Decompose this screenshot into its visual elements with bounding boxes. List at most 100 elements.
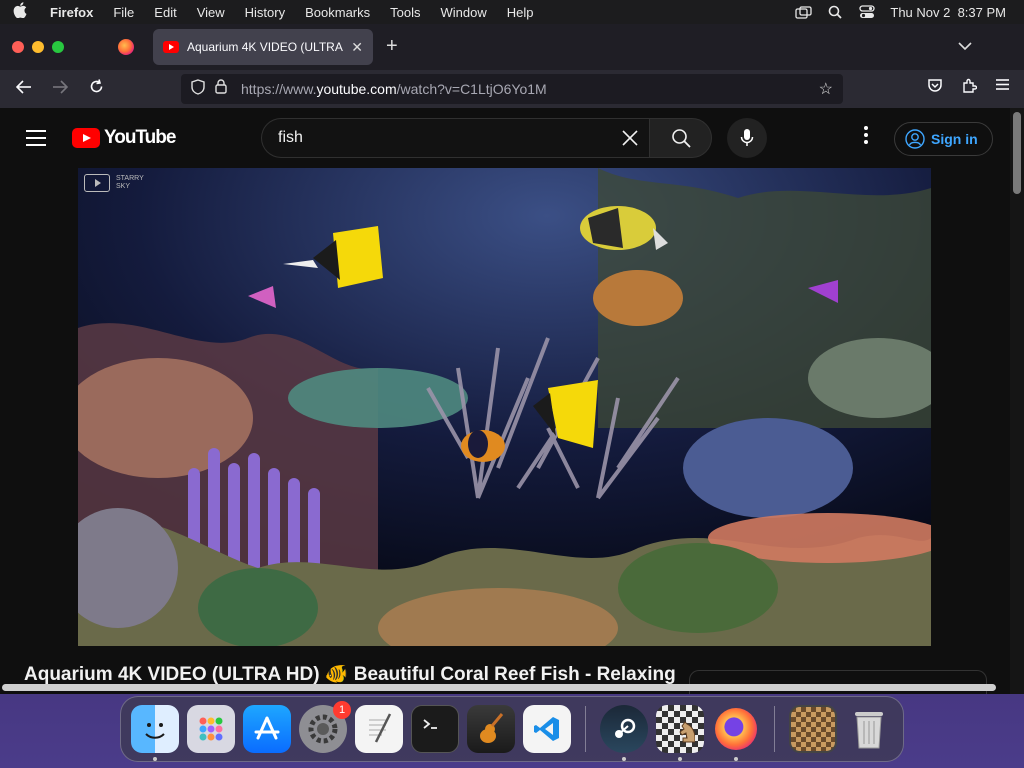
voice-search-button[interactable]	[727, 118, 767, 158]
app-store-icon	[254, 716, 280, 740]
steam-icon	[615, 718, 636, 738]
url-path: /watch?v=C1LtjO6Yo1M	[396, 81, 547, 97]
menu-file[interactable]: File	[103, 5, 144, 20]
dock-finder[interactable]	[131, 705, 179, 761]
minimize-window-button[interactable]	[32, 41, 44, 53]
search-button[interactable]	[649, 118, 712, 158]
dock-visual-studio-code[interactable]	[523, 705, 571, 753]
tab-close-icon[interactable]: ✕	[351, 39, 363, 56]
menu-history[interactable]: History	[235, 5, 295, 20]
dock-trash[interactable]	[845, 705, 893, 753]
apple-menu-icon[interactable]	[0, 2, 40, 22]
dock-system-settings[interactable]: 1	[299, 701, 351, 753]
watermark-line-1: STARRY	[116, 175, 144, 182]
finder-face-icon	[145, 723, 165, 739]
address-bar[interactable]: https://www.youtube.com/watch?v=C1LtjO6Y…	[181, 74, 843, 104]
guide-menu-icon[interactable]	[26, 130, 46, 146]
search-icon	[671, 129, 691, 148]
settings-more-vert-icon[interactable]	[856, 126, 876, 144]
account-circle-icon	[905, 129, 925, 149]
settings-notification-badge: 1	[333, 701, 351, 719]
tracking-protection-shield-icon[interactable]	[191, 78, 205, 100]
trash-icon	[855, 712, 883, 749]
menu-bookmarks[interactable]: Bookmarks	[295, 5, 380, 20]
dock-textedit[interactable]	[355, 705, 403, 753]
video-player[interactable]: STARRY SKY	[78, 168, 931, 646]
menu-view[interactable]: View	[187, 5, 235, 20]
dock-separator-2	[774, 706, 775, 752]
youtube-favicon-icon	[163, 41, 179, 53]
extensions-puzzle-icon[interactable]	[961, 78, 978, 99]
microphone-icon	[740, 129, 754, 146]
dock-terminal[interactable]	[411, 705, 459, 753]
menubar-clock[interactable]: Thu Nov 2 8:37 PM	[890, 5, 1006, 20]
channel-watermark[interactable]: STARRY SKY	[84, 174, 156, 192]
url-prefix: https://www.	[241, 81, 317, 97]
window-controls	[0, 41, 100, 53]
firefox-icon	[118, 39, 134, 55]
dock: 1	[120, 696, 904, 762]
launchpad-grid-icon	[199, 717, 223, 741]
chess-knight-icon	[679, 721, 695, 743]
url-domain: youtube.com	[316, 81, 397, 97]
app-menu-hamburger-icon[interactable]	[995, 78, 1010, 99]
tab-title: Aquarium 4K VIDEO (ULTRA HD	[187, 40, 343, 54]
url-text[interactable]: https://www.youtube.com/watch?v=C1LtjO6Y…	[241, 81, 547, 97]
sign-in-button[interactable]: Sign in	[894, 122, 993, 156]
screen-mirroring-icon[interactable]	[794, 5, 812, 19]
menu-help[interactable]: Help	[497, 5, 544, 20]
dock-app-store[interactable]	[243, 705, 291, 753]
terminal-prompt-icon	[423, 719, 437, 729]
aquarium-coral-reef-scene	[78, 168, 931, 646]
youtube-play-logo-icon	[72, 128, 100, 148]
tab-bar: Aquarium 4K VIDEO (ULTRA HD ✕ +	[0, 24, 1024, 70]
watch-page-content: STARRY SKY Aquarium 4K VIDEO (ULTRA HD) …	[0, 168, 1010, 694]
search-box	[261, 118, 649, 158]
lock-icon[interactable]	[215, 79, 227, 99]
horizontal-scrollbar[interactable]	[0, 682, 1010, 692]
spotlight-search-icon[interactable]	[826, 5, 844, 19]
back-button[interactable]	[6, 79, 42, 99]
vscode-icon	[534, 717, 559, 741]
forward-button[interactable]	[42, 79, 78, 99]
new-tab-button[interactable]: +	[386, 36, 398, 56]
channel-play-icon	[84, 174, 110, 192]
sign-in-label: Sign in	[931, 131, 978, 147]
dock-chess[interactable]	[656, 705, 704, 761]
menu-window[interactable]: Window	[431, 5, 497, 20]
dock-launchpad[interactable]	[187, 705, 235, 753]
search-input[interactable]	[278, 129, 618, 147]
textedit-pen-icon	[369, 713, 392, 743]
dock-firefox[interactable]	[712, 705, 760, 761]
horizontal-scrollbar-thumb[interactable]	[2, 684, 996, 691]
close-window-button[interactable]	[12, 41, 24, 53]
vertical-scrollbar-thumb[interactable]	[1013, 112, 1021, 194]
menu-app-firefox[interactable]: Firefox	[40, 5, 103, 20]
control-center-icon[interactable]	[858, 5, 876, 19]
list-all-tabs-chevron-down-icon[interactable]	[958, 38, 972, 54]
youtube-logo[interactable]: YouTube	[72, 127, 176, 149]
menu-edit[interactable]: Edit	[144, 5, 186, 20]
menu-tools[interactable]: Tools	[380, 5, 430, 20]
pinned-tab-firefox[interactable]	[106, 24, 146, 70]
guitar-icon	[480, 713, 504, 743]
bookmark-star-icon[interactable]: ☆	[819, 79, 833, 99]
pocket-icon[interactable]	[927, 78, 943, 99]
channel-watermark-text: STARRY SKY	[116, 175, 156, 191]
dock-steam[interactable]	[600, 705, 648, 761]
watermark-line-2: SKY	[116, 183, 131, 190]
reload-button[interactable]	[78, 79, 114, 99]
youtube-logo-text: YouTube	[104, 127, 176, 148]
tab-youtube-aquarium[interactable]: Aquarium 4K VIDEO (ULTRA HD ✕	[153, 29, 373, 65]
navigation-toolbar: https://www.youtube.com/watch?v=C1LtjO6Y…	[0, 70, 1024, 108]
vertical-scrollbar[interactable]	[1010, 108, 1024, 694]
zoom-window-button[interactable]	[52, 41, 64, 53]
clear-search-icon[interactable]	[621, 129, 639, 153]
toolbar-right	[927, 78, 1010, 99]
menu-bar: Firefox File Edit View History Bookmarks…	[0, 0, 1024, 24]
youtube-masthead: YouTube Sign in	[0, 108, 1024, 168]
firefox-icon	[715, 708, 757, 750]
gear-icon	[308, 714, 338, 744]
dock-garageband[interactable]	[467, 705, 515, 753]
dock-chess-window-preview[interactable]	[789, 705, 837, 753]
